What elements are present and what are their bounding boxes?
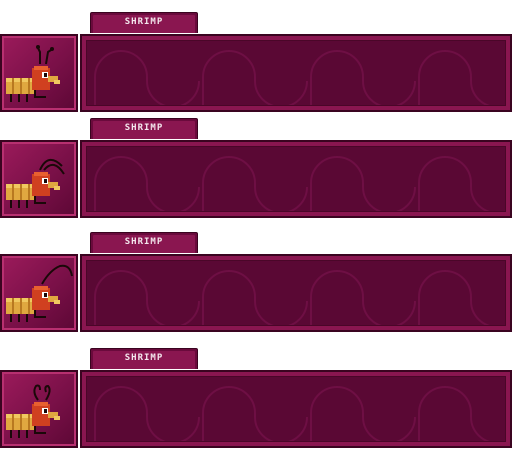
wave-pattern	[94, 270, 505, 325]
character-row-1[interactable]: SHRIMP	[0, 12, 512, 112]
wave-pattern	[94, 50, 505, 105]
name-tab[interactable]: SHRIMP	[90, 118, 198, 139]
character-name-label: SHRIMP	[124, 123, 164, 133]
wave-pattern	[94, 386, 505, 441]
stat-bar-field	[86, 376, 506, 442]
stat-bar	[80, 254, 512, 332]
character-name-label: SHRIMP	[124, 237, 164, 247]
wave-pattern	[94, 156, 505, 211]
name-tab[interactable]: SHRIMP	[90, 12, 198, 33]
stat-bar	[80, 34, 512, 112]
character-name-label: SHRIMP	[124, 17, 164, 27]
name-tab[interactable]: SHRIMP	[90, 232, 198, 253]
shrimp-icon	[6, 45, 60, 102]
name-tab[interactable]: SHRIMP	[90, 348, 198, 369]
stat-bar-field	[86, 260, 506, 326]
shrimp-icon	[6, 159, 65, 208]
character-row-4[interactable]: SHRIMP	[0, 348, 512, 448]
character-portrait[interactable]	[0, 34, 78, 112]
character-portrait[interactable]	[0, 254, 78, 332]
shrimp-icon	[6, 264, 73, 322]
character-portrait[interactable]	[0, 140, 78, 218]
stat-bar-field	[86, 146, 506, 212]
character-row-3[interactable]: SHRIMP	[0, 232, 512, 332]
stat-bar-field	[86, 40, 506, 106]
stat-bar	[80, 370, 512, 448]
character-row-2[interactable]: SHRIMP	[0, 118, 512, 218]
character-name-label: SHRIMP	[124, 353, 164, 363]
shrimp-icon	[6, 384, 60, 438]
stat-bar	[80, 140, 512, 218]
character-portrait[interactable]	[0, 370, 78, 448]
